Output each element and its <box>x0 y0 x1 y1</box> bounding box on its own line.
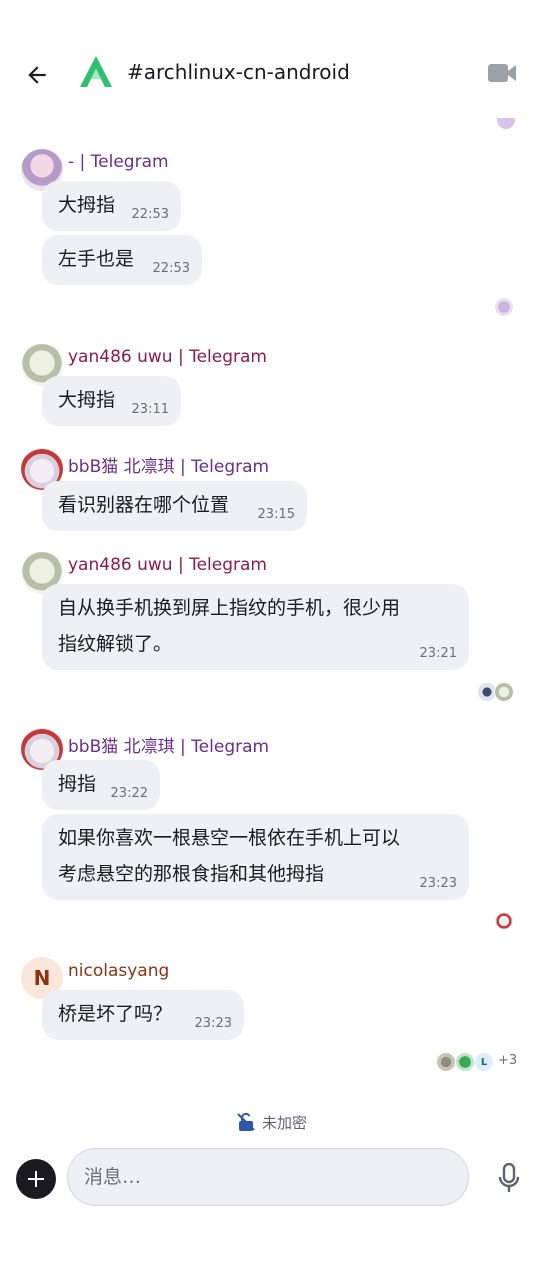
read-receipt-count[interactable]: +3 <box>498 1053 517 1068</box>
sender-name[interactable]: nicolasyang <box>68 961 169 981</box>
back-arrow-icon <box>28 66 46 84</box>
read-receipt-avatar[interactable] <box>494 682 514 702</box>
room-title[interactable]: #archlinux-cn-android <box>127 60 350 84</box>
message-timeline[interactable]: - | Telegram 大拇指 22:53 左手也是 22:53 yan486… <box>0 118 548 1093</box>
read-receipt-avatar[interactable]: L <box>474 1052 494 1072</box>
message-text-line: 自从换手机换到屏上指纹的手机，很少用 <box>58 597 401 619</box>
read-receipt-avatar[interactable] <box>455 1052 475 1072</box>
sender-name[interactable]: bbB猫 北凛琪 | Telegram <box>68 452 269 477</box>
message-timestamp: 23:23 <box>419 876 457 891</box>
message-text-line: 如果你喜欢一根悬空一根依在手机上可以 <box>58 827 401 849</box>
message-bubble[interactable]: 大拇指 23:11 <box>42 376 181 426</box>
message-text: 桥是坏了吗？ <box>58 1003 173 1025</box>
message-timestamp: 23:15 <box>257 507 295 522</box>
message-text: 左手也是 <box>58 248 135 270</box>
message-timestamp: 22:53 <box>131 207 169 222</box>
attachment-button[interactable] <box>16 1159 56 1199</box>
message-bubble[interactable]: 自从换手机换到屏上指纹的手机，很少用 指纹解锁了。 23:21 <box>42 584 469 670</box>
video-call-button[interactable] <box>484 58 520 88</box>
message-text: 大拇指 <box>58 194 116 216</box>
encryption-status: 未加密 <box>236 1110 307 1134</box>
message-text-line: 指纹解锁了。 <box>58 633 173 655</box>
voice-message-button[interactable] <box>493 1160 525 1196</box>
receipt-initial: L <box>480 1056 488 1068</box>
message-bubble[interactable]: 看识别器在哪个位置 23:15 <box>42 481 307 531</box>
message-bubble[interactable]: 桥是坏了吗？ 23:23 <box>42 990 244 1040</box>
message-timestamp: 22:53 <box>152 261 190 276</box>
microphone-icon <box>498 1163 520 1192</box>
sender-name[interactable]: - | Telegram <box>68 152 169 172</box>
read-receipt-avatar[interactable] <box>494 297 514 317</box>
message-timestamp: 23:23 <box>194 1016 232 1031</box>
back-button[interactable] <box>20 58 54 92</box>
message-text: 看识别器在哪个位置 <box>58 494 230 516</box>
message-bubble[interactable]: 拇指 23:22 <box>42 760 160 810</box>
message-text: 大拇指 <box>58 389 116 411</box>
message-timestamp: 23:21 <box>419 646 457 661</box>
message-text-line: 考虑悬空的那根食指和其他拇指 <box>58 863 325 885</box>
message-timestamp: 23:11 <box>131 402 169 417</box>
message-composer-input[interactable] <box>67 1148 469 1206</box>
message-bubble[interactable]: 左手也是 22:53 <box>42 235 202 285</box>
encryption-label: 未加密 <box>262 1113 308 1132</box>
video-call-icon <box>488 64 516 82</box>
message-bubble[interactable]: 如果你喜欢一根悬空一根依在手机上可以 考虑悬空的那根食指和其他拇指 23:23 <box>42 814 469 900</box>
message-text: 拇指 <box>58 773 97 795</box>
sender-name[interactable]: bbB猫 北凛琪 | Telegram <box>68 732 269 757</box>
room-header: #archlinux-cn-android <box>0 0 548 118</box>
message-timestamp: 23:22 <box>110 786 148 801</box>
sender-name[interactable]: yan486 uwu | Telegram <box>68 347 267 367</box>
unlocked-shield-icon <box>237 1112 255 1131</box>
arch-android-logo-icon <box>80 56 112 87</box>
read-receipt-avatar[interactable] <box>494 911 514 931</box>
read-receipt-avatar[interactable] <box>496 118 516 130</box>
sender-name[interactable]: yan486 uwu | Telegram <box>68 555 267 575</box>
message-bubble[interactable]: 大拇指 22:53 <box>42 181 181 231</box>
plus-icon <box>28 1171 44 1187</box>
avatar-initial: N <box>33 966 51 990</box>
read-receipt-avatar[interactable] <box>436 1052 456 1072</box>
room-avatar[interactable] <box>78 54 114 90</box>
